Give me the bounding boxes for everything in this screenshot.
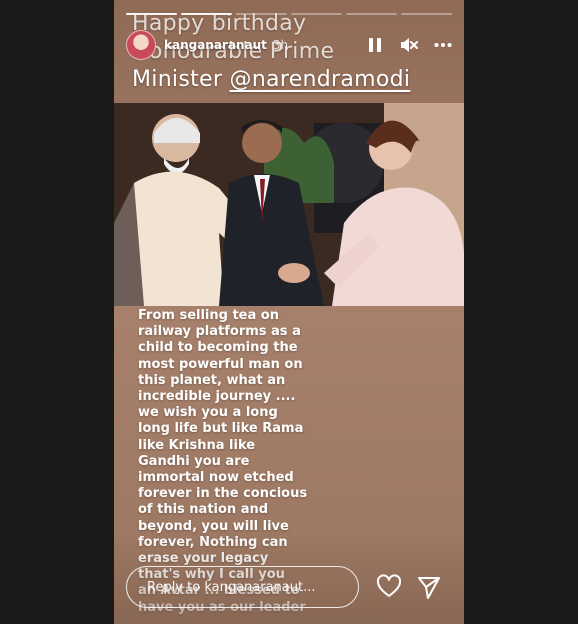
post-time: 3h — [272, 38, 289, 52]
story-controls — [366, 36, 452, 54]
reply-field[interactable] — [126, 566, 359, 608]
story-photo-illustration — [114, 103, 464, 306]
pause-icon[interactable] — [366, 36, 384, 54]
mention-link[interactable]: @narendramodi — [230, 67, 411, 92]
title-line-3: Minister @narendramodi — [132, 66, 462, 94]
muted-speaker-icon[interactable] — [400, 36, 418, 54]
story-viewer: Happy birthday Honourable Prime Minister… — [114, 0, 464, 624]
story-photo — [114, 103, 464, 306]
profile-avatar[interactable] — [126, 30, 156, 60]
reply-input[interactable] — [145, 578, 349, 596]
story-header: kanganaranaut 3h — [126, 30, 452, 60]
username[interactable]: kanganaranaut — [164, 38, 267, 52]
more-dots-icon[interactable] — [434, 36, 452, 54]
heart-icon[interactable] — [376, 574, 402, 600]
send-icon[interactable] — [416, 574, 442, 600]
title-line-3-text: Minister — [132, 67, 230, 92]
